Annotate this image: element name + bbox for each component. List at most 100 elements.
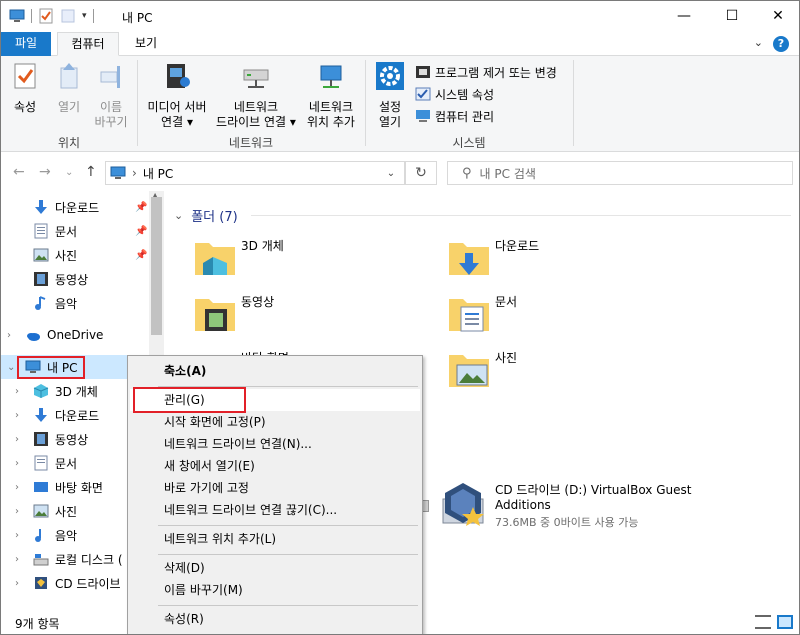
computer-management-label: 컴퓨터 관리 (435, 109, 495, 124)
nav-pc-3d-objects[interactable]: › 3D 개체 (15, 379, 98, 403)
expand-chevron-icon[interactable]: › (7, 330, 17, 341)
menu-item-pin-to-start[interactable]: 시작 화면에 고정(P) (130, 411, 420, 433)
expand-chevron-icon[interactable]: › (15, 506, 25, 517)
this-pc-icon (9, 9, 25, 22)
map-drive-button[interactable]: 네트워크 드라이브 연결 ▾ (211, 60, 301, 130)
drive-free-space: 73.6MB 중 0바이트 사용 가능 (495, 516, 639, 529)
pin-icon[interactable]: 📌 (135, 250, 147, 261)
recent-locations-icon[interactable]: ⌄ (65, 167, 73, 178)
large-icons-view-icon[interactable] (777, 615, 793, 629)
customize-toolbar-icon[interactable]: ▾ (82, 11, 87, 21)
menu-item-add-network-location[interactable]: 네트워크 위치 추가(L) (130, 528, 420, 550)
breadcrumb[interactable]: 내 PC (143, 165, 173, 182)
folder-picture-icon (449, 355, 489, 387)
expand-chevron-icon[interactable]: › (15, 578, 25, 589)
media-server-button[interactable]: 미디어 서버 연결 ▾ (141, 60, 213, 130)
document-icon (34, 223, 48, 239)
nav-pc-pictures[interactable]: › 사진 (15, 499, 77, 523)
tab-file[interactable]: 파일 (1, 32, 51, 56)
nav-quick-music[interactable]: 음악 (33, 291, 77, 315)
expand-chevron-icon[interactable]: › (15, 458, 25, 469)
maximize-button[interactable]: ☐ (709, 1, 755, 31)
nav-pc-desktop[interactable]: › 바탕 화면 (15, 475, 103, 499)
menu-item-pin-quick-access[interactable]: 바로 가기에 고정 (130, 477, 420, 499)
nav-label: 동영상 (55, 432, 89, 447)
menu-item-open-new-window[interactable]: 새 창에서 열기(E) (130, 455, 420, 477)
folder-downloads[interactable]: 다운로드 (447, 235, 697, 283)
forward-arrow-icon[interactable]: → (39, 164, 51, 180)
nav-quick-documents[interactable]: 문서 (33, 219, 77, 243)
nav-quick-videos[interactable]: 동영상 (33, 267, 88, 291)
nav-pc-local-disk[interactable]: › 로컬 디스크 ( (15, 547, 123, 571)
search-input[interactable]: ⚲ 내 PC 검색 (447, 161, 793, 185)
ribbon-tabs: 파일 컴퓨터 보기 ⌄ ? (1, 32, 799, 56)
search-placeholder: 내 PC 검색 (479, 166, 536, 181)
folder-3d-objects[interactable]: 3D 개체 (193, 235, 443, 283)
computer-management-button[interactable]: 컴퓨터 관리 (415, 106, 494, 126)
expand-chevron-icon[interactable]: › (15, 410, 25, 421)
nav-pc-cd-drive[interactable]: › CD 드라이브 (15, 571, 121, 595)
properties-icon[interactable] (38, 8, 54, 24)
expand-chevron-icon[interactable]: › (15, 482, 25, 493)
nav-pc-documents[interactable]: › 문서 (15, 451, 77, 475)
minimize-button[interactable]: — (661, 1, 707, 31)
new-folder-icon[interactable] (60, 8, 76, 24)
nav-label: 다운로드 (55, 200, 100, 215)
chevron-down-icon[interactable]: ⌄ (754, 36, 763, 49)
pin-icon[interactable]: 📌 (135, 202, 147, 213)
search-icon: ⚲ (462, 165, 472, 181)
tab-view[interactable]: 보기 (121, 32, 171, 56)
tab-computer[interactable]: 컴퓨터 (57, 32, 119, 56)
uninstall-icon (416, 66, 430, 78)
nav-label: 다운로드 (55, 408, 100, 423)
scroll-thumb[interactable] (151, 197, 162, 335)
address-dropdown-icon[interactable]: ⌄ (377, 161, 405, 185)
nav-pc-downloads[interactable]: › 다운로드 (15, 403, 100, 427)
explorer-window: ▾ 내 PC — ☐ ✕ 파일 컴퓨터 보기 ⌄ ? 속성 열기 이름 바꾸기 … (0, 0, 800, 635)
drive-name[interactable]: CD 드라이브 (D:) VirtualBox Guest Additions (495, 483, 715, 513)
nav-label: 문서 (55, 224, 78, 239)
system-properties-button[interactable]: 시스템 속성 (415, 84, 494, 104)
menu-item-delete[interactable]: 삭제(D) (130, 557, 420, 579)
expand-chevron-icon[interactable]: › (15, 530, 25, 541)
nav-onedrive[interactable]: › OneDrive (7, 323, 103, 347)
menu-item-disconnect-network-drive[interactable]: 네트워크 드라이브 연결 끊기(C)... (130, 499, 420, 521)
rename-button[interactable]: 이름 바꾸기 (89, 60, 133, 130)
folder-pictures[interactable]: 사진 (447, 347, 697, 395)
details-view-icon[interactable] (755, 615, 771, 629)
address-bar[interactable]: › 내 PC (105, 161, 405, 185)
open-settings-button[interactable]: 설정 열기 (369, 60, 411, 130)
open-button[interactable]: 열기 (49, 60, 89, 115)
folder-documents[interactable]: 문서 (447, 291, 697, 339)
uninstall-program-button[interactable]: 프로그램 제거 또는 변경 (415, 62, 557, 82)
folder-label: 사진 (495, 351, 518, 365)
add-network-location-button[interactable]: 네트워크 위치 추가 (303, 60, 359, 130)
expand-chevron-icon[interactable]: › (15, 554, 25, 565)
cd-drive-virtualbox-icon[interactable] (441, 481, 487, 527)
back-arrow-icon[interactable]: ← (13, 164, 25, 180)
nav-pc-music[interactable]: › 음악 (15, 523, 77, 547)
menu-item-rename[interactable]: 이름 바꾸기(M) (130, 579, 420, 601)
folder-videos[interactable]: 동영상 (193, 291, 443, 339)
nav-pc-videos[interactable]: › 동영상 (15, 427, 89, 451)
up-arrow-icon[interactable]: ↑ (85, 164, 97, 180)
open-icon (60, 63, 78, 89)
expand-chevron-icon[interactable]: › (15, 434, 25, 445)
expanded-chevron-icon[interactable]: ⌄ (7, 362, 17, 373)
nav-quick-pictures[interactable]: 사진 (33, 243, 77, 267)
properties-button[interactable]: 속성 (5, 60, 45, 115)
folder-3d-icon (195, 243, 235, 275)
close-button[interactable]: ✕ (755, 1, 799, 31)
menu-item-properties[interactable]: 속성(R) (130, 608, 420, 630)
refresh-button[interactable]: ↻ (405, 161, 437, 185)
menu-item-map-network-drive[interactable]: 네트워크 드라이브 연결(N)... (130, 433, 420, 455)
help-icon[interactable]: ? (773, 36, 789, 52)
cube-icon (33, 384, 49, 398)
collapse-chevron-icon[interactable]: ⌄ (174, 209, 183, 222)
folders-section-header[interactable]: ⌄ 폴더 (7) (174, 206, 238, 225)
nav-quick-downloads[interactable]: 다운로드 (33, 195, 99, 219)
expand-chevron-icon[interactable]: › (15, 386, 25, 397)
cloud-icon (27, 333, 40, 341)
menu-item-collapse[interactable]: 축소(A) (130, 360, 420, 382)
pin-icon[interactable]: 📌 (135, 226, 147, 237)
